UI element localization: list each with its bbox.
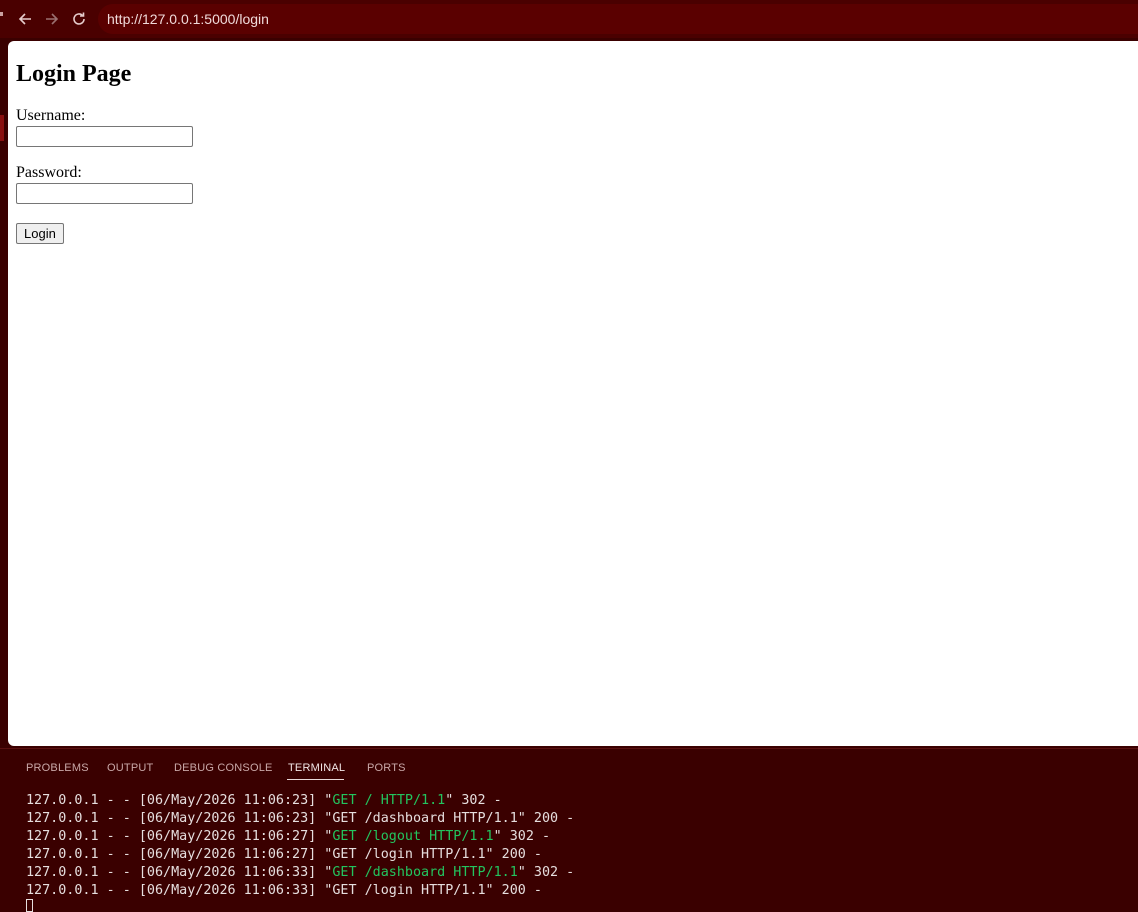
- log-status: " 302 -: [493, 829, 551, 844]
- log-prefix: 127.0.0.1 - - [06/May/2026 11:06:33] ": [26, 883, 333, 898]
- side-marker: [0, 115, 4, 141]
- terminal-log-line: 127.0.0.1 - - [06/May/2026 11:06:27] "GE…: [26, 846, 574, 864]
- tab-problems[interactable]: PROBLEMS: [26, 762, 89, 774]
- forward-arrow-icon: [46, 13, 59, 25]
- username-label: Username:: [16, 107, 86, 124]
- forward-button[interactable]: [41, 8, 63, 30]
- terminal-log-line: 127.0.0.1 - - [06/May/2026 11:06:27] "GE…: [26, 828, 574, 846]
- browser-toolbar: http://127.0.0.1:5000/login: [0, 0, 1138, 38]
- terminal-log-line: 127.0.0.1 - - [06/May/2026 11:06:23] "GE…: [26, 810, 574, 828]
- active-tab-indicator: [287, 779, 344, 780]
- url-text: http://127.0.0.1:5000/login: [107, 11, 269, 27]
- log-request: GET /login HTTP/1.1: [332, 883, 486, 898]
- side-strip: [0, 38, 8, 748]
- log-request: GET /dashboard HTTP/1.1: [332, 811, 518, 826]
- log-status: " 302 -: [517, 865, 575, 880]
- login-button[interactable]: Login: [16, 223, 64, 244]
- log-status: " 200 -: [485, 883, 542, 898]
- terminal-log-line: 127.0.0.1 - - [06/May/2026 11:06:33] "GE…: [26, 864, 574, 882]
- tab-debug-console[interactable]: DEBUG CONSOLE: [174, 762, 273, 774]
- address-bar[interactable]: http://127.0.0.1:5000/login: [98, 4, 1138, 34]
- terminal-log-line: 127.0.0.1 - - [06/May/2026 11:06:33] "GE…: [26, 882, 574, 900]
- reload-icon: [73, 12, 85, 25]
- log-request: GET / HTTP/1.1: [332, 793, 446, 808]
- back-button[interactable]: [14, 8, 36, 30]
- terminal-log-line: 127.0.0.1 - - [06/May/2026 11:06:23] "GE…: [26, 792, 574, 810]
- log-prefix: 127.0.0.1 - - [06/May/2026 11:06:23] ": [26, 793, 333, 808]
- log-prefix: 127.0.0.1 - - [06/May/2026 11:06:33] ": [26, 865, 333, 880]
- log-request: GET /logout HTTP/1.1: [332, 829, 494, 844]
- password-label: Password:: [16, 164, 82, 181]
- password-input[interactable]: [16, 183, 193, 204]
- tab-ports[interactable]: PORTS: [367, 762, 406, 774]
- window-edge-mark: [0, 12, 3, 16]
- terminal-output[interactable]: 127.0.0.1 - - [06/May/2026 11:06:23] "GE…: [26, 792, 574, 900]
- log-request: GET /dashboard HTTP/1.1: [332, 865, 518, 880]
- log-status: " 302 -: [445, 793, 502, 808]
- terminal-cursor: [26, 899, 33, 912]
- reload-button[interactable]: [68, 8, 90, 30]
- tab-output[interactable]: OUTPUT: [107, 762, 153, 774]
- username-input[interactable]: [16, 126, 193, 147]
- log-status: " 200 -: [517, 811, 575, 826]
- back-arrow-icon: [18, 13, 31, 25]
- terminal-panel: PROBLEMS OUTPUT DEBUG CONSOLE TERMINAL P…: [0, 749, 1138, 912]
- log-request: GET /login HTTP/1.1: [332, 847, 486, 862]
- tab-terminal[interactable]: TERMINAL: [288, 762, 345, 774]
- page-title: Login Page: [16, 61, 132, 87]
- log-prefix: 127.0.0.1 - - [06/May/2026 11:06:27] ": [26, 829, 333, 844]
- page-viewport: Login Page Username: Password: Login: [8, 41, 1138, 746]
- log-prefix: 127.0.0.1 - - [06/May/2026 11:06:27] ": [26, 847, 333, 862]
- log-prefix: 127.0.0.1 - - [06/May/2026 11:06:23] ": [26, 811, 333, 826]
- log-status: " 200 -: [485, 847, 542, 862]
